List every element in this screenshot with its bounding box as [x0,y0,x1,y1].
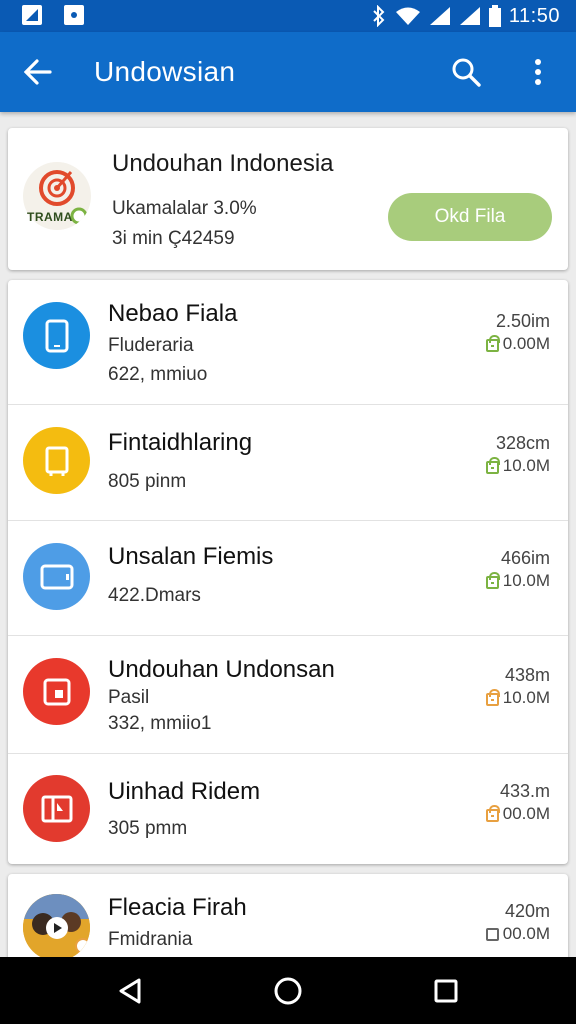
item-time: 438m [504,665,550,685]
status-icons: 11:50 [371,4,560,28]
circle-home-icon [274,977,302,1005]
app-bar: Undowsian [0,32,576,112]
item-size: 10.0M [502,571,550,590]
square-recents-icon [434,979,458,1003]
status-bar: 11:50 [0,0,576,32]
item-time: 420m [504,901,550,921]
nav-recents-button[interactable] [426,971,466,1011]
page-title: Undowsian [94,56,236,87]
bottom-list-item[interactable]: Fleacia Firah Fmidrania 420m 00.0M [8,874,568,964]
lock-icon [485,805,500,822]
item-icon-circle [23,775,90,842]
arrow-back-icon [24,59,52,85]
tablet-icon [40,564,73,589]
item-subtitle: Pasil [108,687,150,708]
item-icon-circle [23,302,90,369]
triangle-back-icon [119,978,141,1004]
item-size: 0.00M [502,334,550,353]
item-size-container: 10.0M [485,571,550,591]
item-title: Undouhan Undonsan [108,656,335,683]
bluetooth-icon [373,5,385,27]
lock-icon [485,335,500,352]
featured-meta: 3i min Ç42459 [112,228,235,249]
item-meta: 332, mmiio1 [108,713,212,734]
navigation-bar [0,957,576,1024]
camera-notification-icon [64,5,84,25]
item-size: 10.0M [502,456,550,475]
item-time: 328cm [495,433,550,453]
item-icon-circle [23,658,90,725]
item-size-container: 10.0M [485,688,550,708]
video-thumbnail-image [23,894,90,961]
item-meta: 622, mmiuo [108,364,208,385]
item-title: Fleacia Firah [108,894,247,921]
featured-title: Undouhan Indonesia [112,150,334,177]
item-size-container: 10.0M [485,456,550,476]
item-time: 433.m [499,781,550,801]
lock-icon [485,572,500,589]
item-meta: 805 pinm [108,471,187,492]
item-title: Unsalan Fiemis [108,543,274,570]
item-size-container: 0.00M [485,334,550,354]
list-item[interactable]: Undouhan Undonsan Pasil 332, mmiio1 438m… [8,636,568,753]
featured-logo-text: TRAMA [27,210,73,224]
item-subtitle: Fmidrania [108,929,193,950]
document-icon [45,446,68,476]
more-options-button[interactable] [520,52,556,92]
signal-icon [429,7,450,25]
item-subtitle: Fluderaria [108,335,194,356]
signal-icon-2 [459,7,480,25]
featured-action-button[interactable]: Okd Fila [388,193,552,241]
download-list: Nebao Fiala Fluderaria 622, mmiuo 2.50im… [8,280,568,864]
battery-icon [488,5,501,27]
gallery-icon [41,795,72,822]
wifi-icon [395,7,420,25]
search-icon [452,58,481,87]
photo-icon [43,678,70,705]
item-time: 466im [500,548,550,568]
search-button[interactable] [446,52,486,92]
list-item[interactable]: Nebao Fiala Fluderaria 622, mmiuo 2.50im… [8,280,568,404]
item-icon-circle [23,543,90,610]
featured-card[interactable]: TRAMA Undouhan Indonesia Ukamalalar 3.0%… [8,128,568,270]
more-vert-icon [535,59,541,85]
nav-back-button[interactable] [110,971,150,1011]
back-button[interactable] [18,52,58,92]
nav-home-button[interactable] [268,971,308,1011]
item-icon-circle [23,427,90,494]
list-item[interactable]: Uinhad Ridem 305 pmm 433.m 00.0M [8,754,568,864]
item-size: 10.0M [502,688,550,707]
item-size: 00.0M [502,924,550,943]
list-item[interactable]: Fintaidhlaring 805 pinm 328cm 10.0M [8,405,568,520]
item-size-container: 00.0M [485,924,550,944]
status-time: 11:50 [508,4,560,27]
item-meta: 422.Dmars [108,585,201,606]
item-title: Uinhad Ridem [108,778,261,805]
item-time: 2.50im [495,311,550,331]
lock-icon [485,457,500,474]
item-size: 00.0M [502,804,550,823]
lock-icon [485,927,499,941]
item-title: Nebao Fiala [108,300,238,327]
video-thumbnail [23,894,90,961]
item-size-container: 00.0M [485,804,550,824]
lock-icon [485,689,500,706]
list-item[interactable]: Unsalan Fiemis 422.Dmars 466im 10.0M [8,521,568,635]
featured-rate: Ukamalalar 3.0% [112,198,257,219]
image-notification-icon [22,5,42,25]
item-title: Fintaidhlaring [108,429,253,456]
phone-icon [45,319,68,352]
item-meta: 305 pmm [108,818,188,839]
